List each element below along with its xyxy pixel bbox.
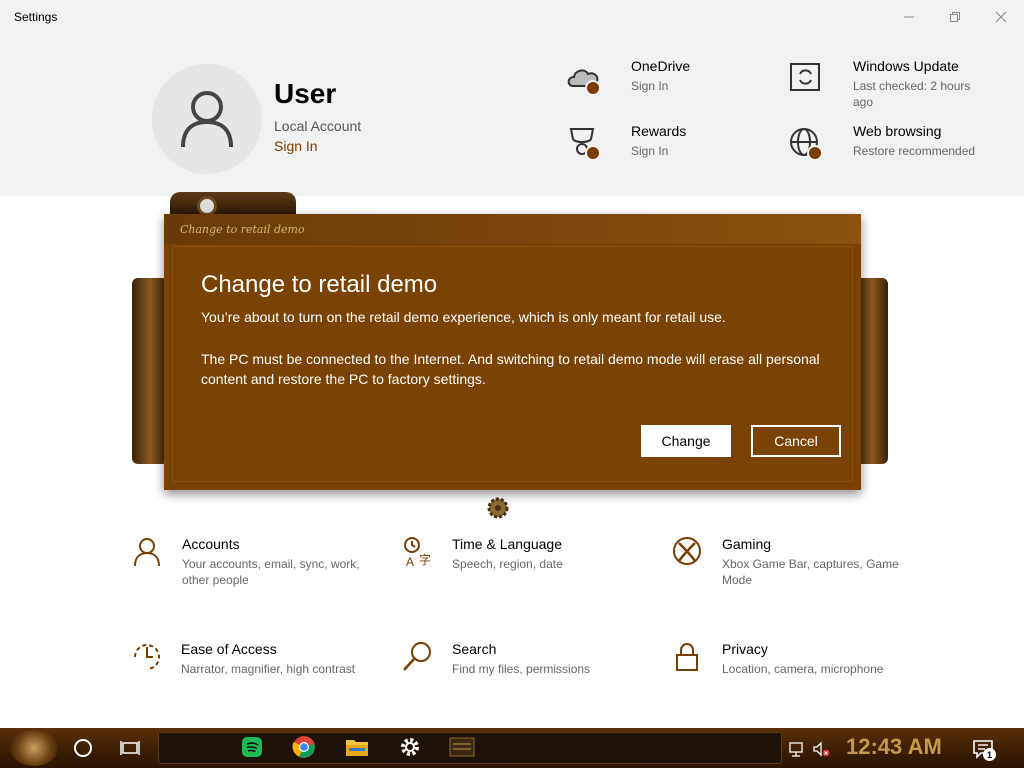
chrome-app-button[interactable]: [288, 732, 320, 762]
status-badge: [585, 145, 601, 161]
user-name: User: [274, 78, 337, 109]
start-button[interactable]: [10, 730, 58, 766]
dialog-title: Change to retail demo: [201, 271, 438, 298]
steampunk-frame-left: [132, 278, 168, 464]
category-gaming[interactable]: Gaming Xbox Game Bar, captures, Game Mod…: [672, 536, 912, 606]
title-bar: Settings: [0, 0, 1024, 34]
dialog-caption: Change to retail demo: [164, 214, 861, 244]
network-icon[interactable]: [788, 740, 806, 758]
app-title: Settings: [14, 10, 58, 24]
category-time-language[interactable]: A 字 Time & Language Speech, region, date: [402, 536, 642, 606]
category-title: Time & Language: [452, 536, 562, 552]
cancel-button[interactable]: Cancel: [751, 425, 841, 457]
xbox-icon: [673, 537, 701, 565]
web-browsing-title: Web browsing: [853, 123, 942, 139]
category-accounts[interactable]: Accounts Your accounts, email, sync, wor…: [132, 536, 372, 606]
ease-of-access-icon: [134, 644, 160, 670]
status-badge: [585, 80, 601, 96]
web-browsing-sub: Restore recommended: [853, 144, 976, 158]
category-title: Gaming: [722, 536, 772, 552]
category-description: Location, camera, microphone: [722, 662, 884, 676]
windows-update-item[interactable]: Windows Update Last checked: 2 hours ago: [787, 58, 987, 118]
volume-muted-icon[interactable]: [812, 740, 830, 758]
avatar[interactable]: [152, 64, 262, 174]
web-browsing-item[interactable]: Web browsing Restore recommended: [787, 123, 987, 183]
windows-update-sub: Last checked: 2 hours ago: [853, 79, 971, 109]
svg-text:字: 字: [419, 552, 431, 567]
notification-count-badge: 1: [983, 748, 996, 761]
category-description: Xbox Game Bar, captures, Game Mode: [722, 557, 899, 587]
dialog-body: Change to retail demo You’re about to tu…: [172, 246, 853, 482]
rewards-title: Rewards: [631, 123, 687, 139]
dialog-warning: The PC must be connected to the Internet…: [201, 351, 820, 387]
windows-update-title: Windows Update: [853, 58, 959, 74]
onedrive-sub: Sign In: [631, 79, 669, 93]
category-ease-of-access[interactable]: Ease of Access Narrator, magnifier, high…: [131, 641, 371, 711]
category-title: Ease of Access: [181, 641, 277, 657]
file-explorer-app-button[interactable]: [341, 732, 373, 762]
close-button[interactable]: [978, 0, 1024, 34]
minimize-button[interactable]: [886, 0, 932, 34]
user-icon: [181, 91, 233, 148]
category-privacy[interactable]: Privacy Location, camera, microphone: [672, 641, 912, 711]
rewards-item[interactable]: Rewards Sign In: [565, 123, 765, 183]
gear-ornament-icon: [487, 497, 509, 519]
maximize-button[interactable]: [932, 0, 978, 34]
category-title: Accounts: [182, 536, 240, 552]
app-thumbnail-icon: [449, 737, 475, 757]
account-type: Local Account: [274, 118, 362, 134]
spotify-icon: [242, 737, 262, 757]
gauge-icon: [197, 196, 217, 216]
category-description: Speech, region, date: [452, 557, 563, 571]
category-search[interactable]: Search Find my files, permissions: [402, 641, 642, 711]
onedrive-item[interactable]: OneDrive Sign In: [565, 58, 765, 118]
rewards-sub: Sign In: [631, 144, 669, 158]
gear-icon: [401, 738, 419, 756]
cortana-icon[interactable]: [74, 739, 92, 757]
taskbar: 12:43 AM 1: [0, 728, 1024, 768]
change-button[interactable]: Change: [641, 425, 731, 457]
svg-text:A: A: [406, 555, 414, 568]
steampunk-app-button[interactable]: [446, 732, 478, 762]
action-center-button[interactable]: 1: [972, 738, 996, 762]
update-icon: [790, 63, 820, 91]
category-title: Search: [452, 641, 497, 657]
restore-icon: [950, 12, 960, 22]
lock-icon: [676, 643, 698, 671]
steampunk-frame-top: [170, 192, 296, 216]
language-icon: A 字: [404, 537, 431, 568]
search-icon: [403, 642, 431, 671]
status-badge: [807, 145, 823, 161]
category-description: Find my files, permissions: [452, 662, 591, 676]
chrome-icon: [292, 736, 315, 758]
task-view-icon[interactable]: [120, 738, 140, 758]
spotify-app-button[interactable]: [236, 732, 268, 762]
dialog-message: You’re about to turn on the retail demo …: [201, 309, 726, 325]
folder-icon: [346, 740, 368, 756]
retail-demo-dialog: Change to retail demo Change to retail d…: [164, 214, 861, 490]
person-icon: [134, 538, 160, 567]
minimize-icon: [904, 16, 914, 18]
sign-in-link[interactable]: Sign In: [274, 138, 318, 154]
onedrive-title: OneDrive: [631, 58, 691, 74]
clock[interactable]: 12:43 AM: [846, 734, 942, 760]
category-title: Privacy: [722, 641, 768, 657]
settings-app-button[interactable]: [394, 732, 426, 762]
category-description: Your accounts, email, sync, work, other …: [182, 557, 360, 587]
account-header: User Local Account Sign In OneDrive Sign…: [0, 34, 1024, 196]
category-description: Narrator, magnifier, high contrast: [181, 662, 356, 676]
close-icon: [995, 11, 1007, 23]
